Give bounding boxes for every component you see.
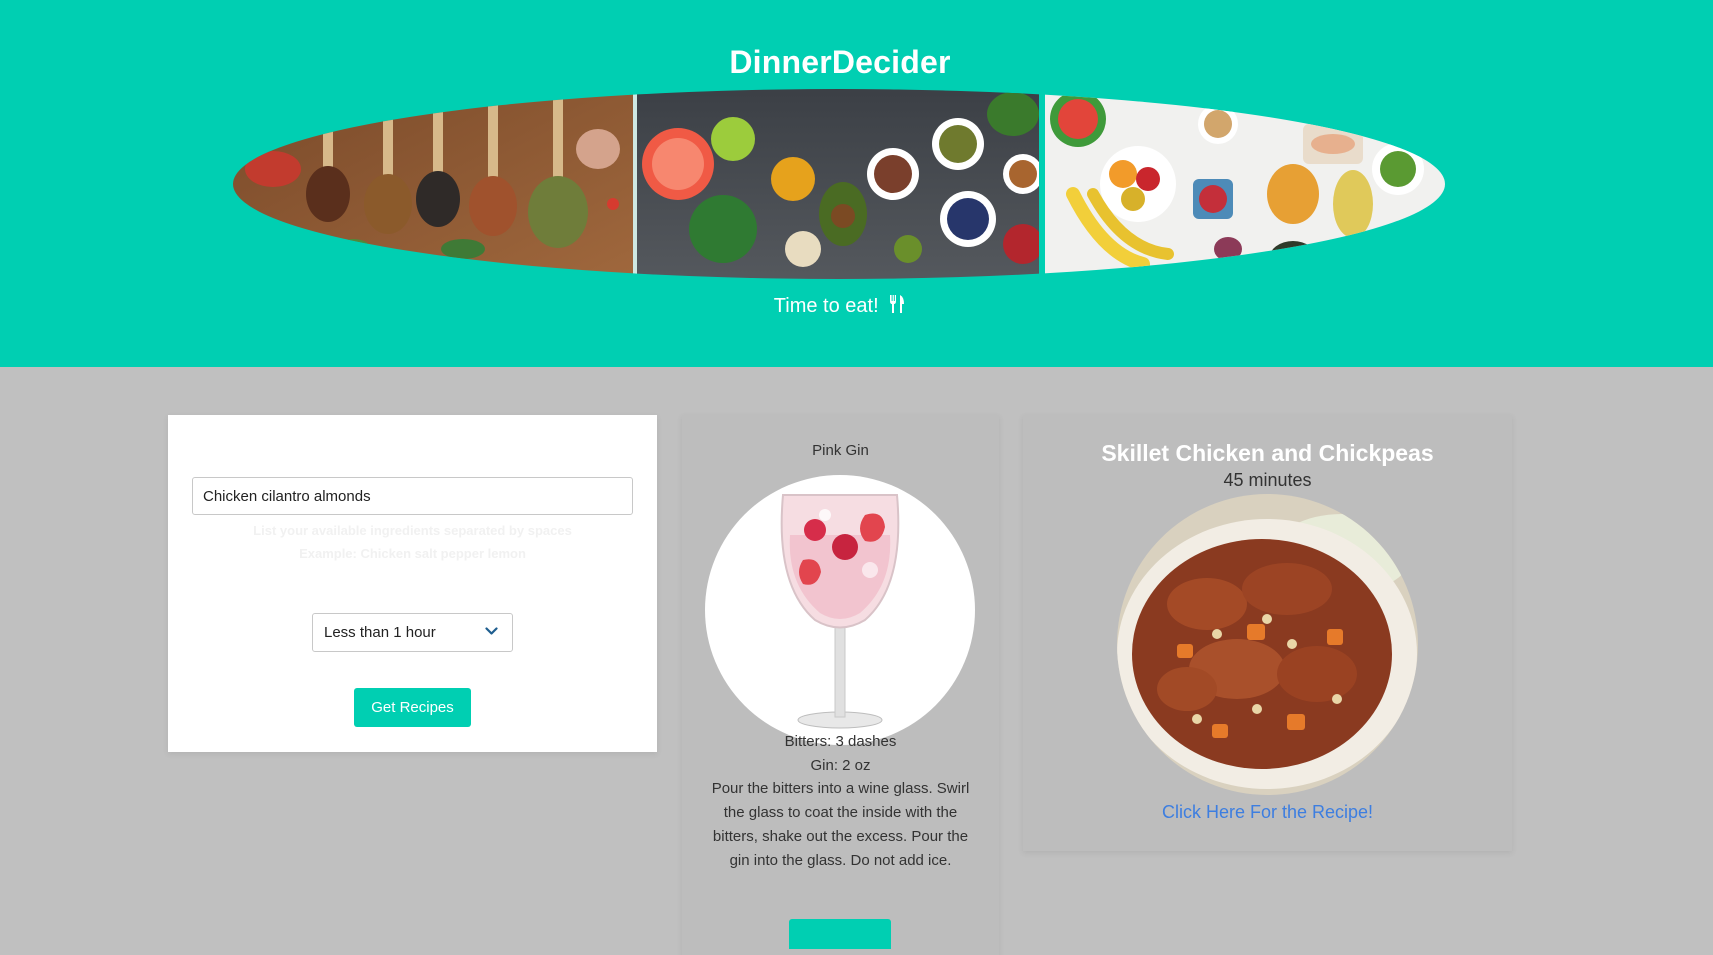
tagline-text: Time to eat!: [773, 295, 879, 317]
fruits-and-produce-image: [1045, 89, 1445, 279]
drink-ingredient: Gin: 2 oz: [810, 757, 871, 774]
ingredients-hint: List your available ingredients separate…: [253, 523, 572, 538]
tagline: Time to eat!: [0, 294, 1680, 318]
drink-card: Pink Gin Bitters: 3 dashes Gin: 2 oz Pou…: [682, 415, 999, 955]
skillet-chicken-dish-image: [1117, 494, 1418, 795]
recipe-title: Skillet Chicken and Chickpeas: [1101, 440, 1434, 466]
fork-knife-icon: [890, 295, 905, 313]
chevron-down-icon: [485, 627, 498, 635]
get-recipes-button[interactable]: Get Recipes: [354, 688, 471, 727]
pink-gin-glass-image: [705, 475, 975, 745]
hero-header: DinnerDecider Time to eat!: [0, 0, 1713, 367]
drink-ingredient: Bitters: 3 dashes: [784, 733, 897, 750]
recipe-link[interactable]: Click Here For the Recipe!: [1023, 802, 1512, 823]
recipe-cook-time: 45 minutes: [1223, 470, 1312, 490]
cook-time-select[interactable]: Less than 1 hour: [312, 613, 513, 652]
ingredients-input[interactable]: [192, 477, 633, 515]
cook-time-selected: Less than 1 hour: [324, 624, 436, 641]
drink-instructions: Pour the bitters into a wine glass. Swir…: [711, 780, 970, 869]
vegetables-and-bowls-image: [637, 89, 1043, 279]
skillet-chicken-illustration: [1117, 494, 1418, 795]
spices-on-spoons-image: [233, 89, 633, 279]
drink-action-button[interactable]: [789, 919, 891, 949]
recipe-card: Skillet Chicken and Chickpeas 45 minutes: [1023, 415, 1512, 851]
ingredients-example: Example: Chicken salt pepper lemon: [299, 546, 526, 561]
food-banner: [233, 89, 1445, 279]
pink-gin-glass-illustration: [780, 494, 900, 729]
drink-name: Pink Gin: [812, 442, 869, 459]
ingredient-search-card: List your available ingredients separate…: [168, 415, 657, 752]
app-title: DinnerDecider: [729, 44, 951, 80]
